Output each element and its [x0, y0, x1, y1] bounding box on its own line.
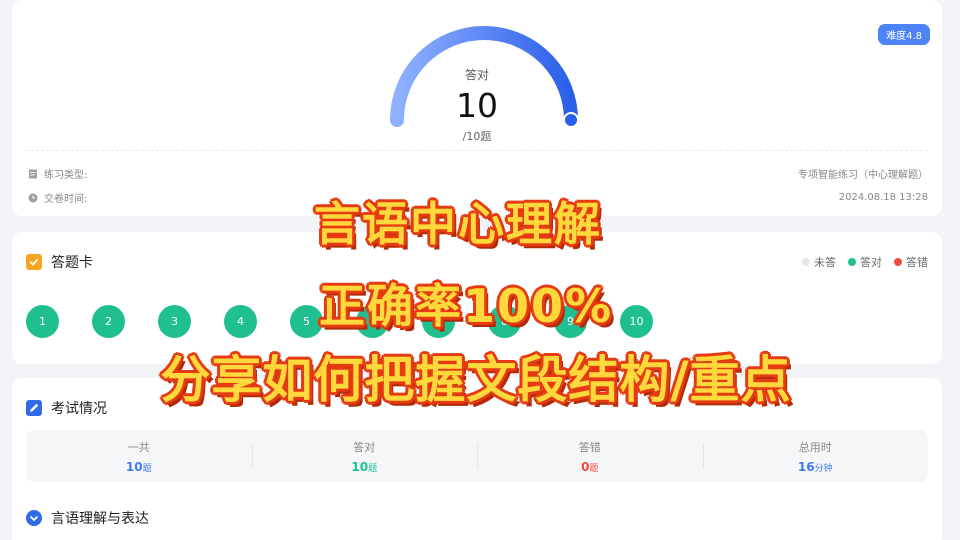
- section-header[interactable]: 言语理解与表达: [26, 508, 149, 528]
- checkbox-icon: [26, 254, 42, 270]
- stat-value-wrap: 0题: [477, 460, 703, 474]
- stat-item: 答对 10题: [251, 430, 478, 482]
- document-icon: [29, 169, 37, 178]
- stat-value: 10: [351, 460, 369, 474]
- stat-label: 一共: [127, 441, 150, 454]
- stat-value-wrap: 10题: [26, 460, 252, 474]
- stat-label: 答对: [353, 441, 376, 454]
- stat-item: 一共 10题: [26, 430, 252, 482]
- overlay-line-1: 言语中心理解: [314, 197, 602, 251]
- legend-label: 未答: [814, 256, 836, 269]
- practice-type-value: 专项智能练习（中心理解题）: [798, 170, 928, 181]
- stat-unit: 题: [589, 464, 599, 474]
- gauge-label: 答对: [464, 68, 489, 82]
- practice-type-label: 练习类型:: [44, 170, 88, 181]
- stat-item: 答错 0题: [477, 430, 703, 482]
- stat-value-wrap: 10题: [252, 460, 478, 474]
- stat-unit: 题: [142, 464, 152, 474]
- answer-sheet-title: 答题卡: [51, 255, 93, 271]
- chevron-down-icon[interactable]: [26, 510, 42, 526]
- legend-item: 答对: [848, 254, 882, 270]
- stat-unit: 分钟: [814, 464, 833, 474]
- stat-value: 10: [125, 460, 143, 474]
- overlay-line-3: 分享如何把握文段结构/重点: [160, 351, 792, 409]
- practice-type-row: 练习类型: 专项智能练习（中心理解题）: [28, 166, 928, 181]
- legend-dot: [802, 258, 810, 266]
- stat-item: 总用时 16分钟: [702, 430, 929, 482]
- legend-dot: [848, 258, 856, 266]
- divider: [26, 150, 928, 151]
- legend-dot: [894, 258, 902, 266]
- answer-sheet-header: 答题卡: [26, 252, 93, 272]
- legend-item: 答错: [894, 254, 928, 270]
- correct-count: 10: [456, 86, 498, 125]
- section-title[interactable]: 言语理解与表达: [51, 508, 149, 528]
- exam-stats: 一共 10题 答对 10题 答错 0题 总用时 16分钟: [26, 430, 928, 482]
- legend-label: 答对: [860, 256, 882, 269]
- overlay-line-2: 正确率100%: [318, 279, 614, 333]
- stat-value-wrap: 16分钟: [703, 460, 929, 474]
- stat-unit: 题: [368, 464, 378, 474]
- total-count: /10题: [462, 130, 492, 143]
- answer-legend: 未答 答对 答错: [802, 254, 928, 270]
- legend-item: 未答: [802, 254, 836, 270]
- result-card: 难度4.8 答对 10 /10题 练习类型: 专项智能练习（中心理解题） 交卷时…: [12, 0, 942, 216]
- difficulty-badge: 难度4.8: [878, 24, 930, 45]
- stat-label: 答错: [578, 441, 601, 454]
- stat-label: 总用时: [798, 441, 832, 454]
- legend-label: 答错: [906, 256, 928, 269]
- stat-value: 16: [797, 460, 815, 474]
